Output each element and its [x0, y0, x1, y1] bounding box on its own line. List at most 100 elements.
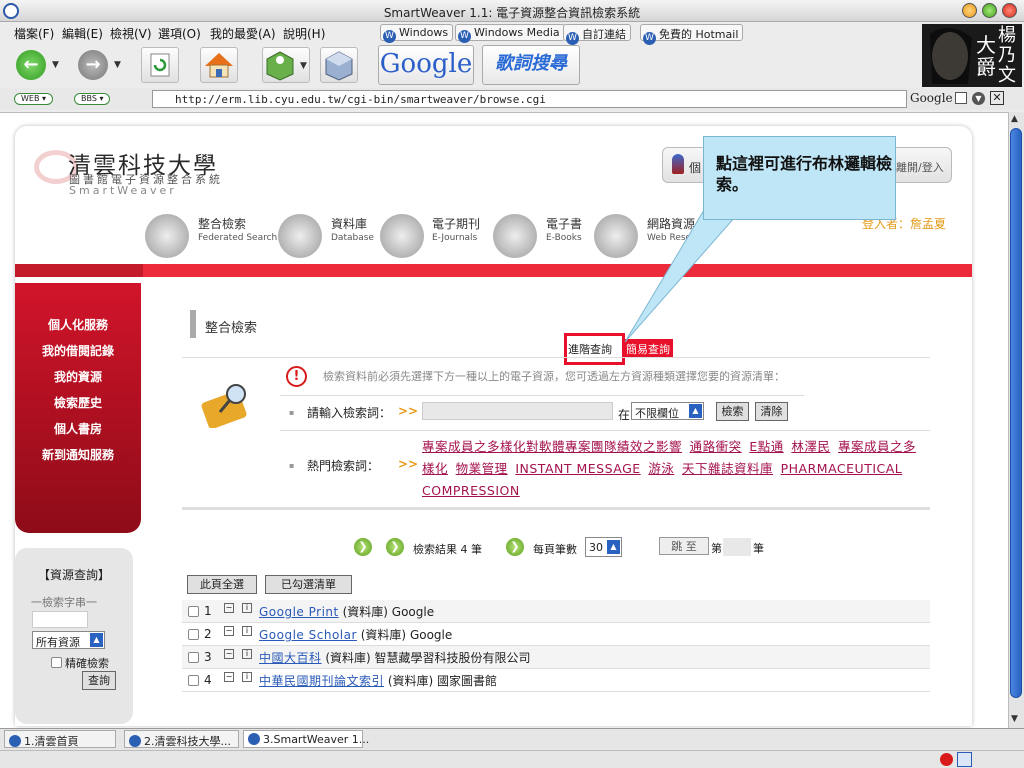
query-input[interactable] — [422, 402, 613, 420]
row-checkbox[interactable] — [188, 606, 199, 617]
nav-federated-search-en[interactable]: Federated Search — [198, 233, 277, 243]
minimize-icon[interactable] — [962, 3, 977, 18]
scroll-down-icon[interactable]: ▼ — [1011, 714, 1018, 724]
resource-link[interactable]: Google Print — [259, 605, 339, 619]
tab-advanced-search[interactable]: 進階查詢 — [568, 341, 612, 357]
bbs-mode-chip[interactable]: BBS ▾ — [74, 93, 111, 105]
collapse-icon[interactable]: − — [224, 603, 234, 613]
nav-search-history[interactable]: 檢索歷史 — [15, 394, 141, 411]
jump-to-button[interactable]: 跳 至 — [659, 537, 709, 555]
collapse-icon[interactable]: − — [224, 672, 234, 682]
scrollbar-thumb[interactable] — [1010, 128, 1022, 698]
nav-database-en[interactable]: Database — [331, 233, 374, 243]
new-tab-icon[interactable] — [955, 92, 967, 104]
menu-options[interactable]: 選項(O) — [158, 25, 201, 42]
nav-borrow-records[interactable]: 我的借閱記錄 — [15, 342, 141, 359]
resource-link[interactable]: Google Scholar — [259, 628, 357, 642]
hot-term-link[interactable]: E點通 — [749, 439, 783, 454]
nav-database[interactable]: 資料庫 — [331, 215, 367, 232]
url-input[interactable]: http://erm.lib.cyu.edu.tw/cgi-bin/smartw… — [152, 90, 907, 108]
menu-file[interactable]: 檔案(F) — [14, 25, 54, 42]
info-icon[interactable]: i — [242, 672, 252, 682]
row-checkbox[interactable] — [188, 675, 199, 686]
hot-term-link[interactable]: INSTANT MESSAGE — [515, 461, 640, 476]
advertisement-banner[interactable]: 楊乃文 大爵 — [922, 24, 1022, 87]
dropdown-circle-icon[interactable]: ▼ — [972, 92, 985, 105]
nav-new-arrival-alert[interactable]: 新到通知服務 — [15, 446, 141, 463]
menu-edit[interactable]: 編輯(E) — [62, 25, 103, 42]
tab-1[interactable]: 1.清雲首頁 — [4, 730, 116, 748]
back-button[interactable]: ← — [16, 50, 46, 80]
close-tab-icon[interactable]: ✕ — [990, 91, 1004, 105]
nav-personal-service[interactable]: 個人化服務 — [15, 316, 141, 333]
menu-view[interactable]: 檢視(V) — [110, 25, 152, 42]
select-all-button[interactable]: 此頁全選 — [187, 575, 257, 594]
bookmark-windows[interactable]: W Windows — [380, 24, 454, 43]
hot-term-link[interactable]: 專案成員之多樣化對軟體專案團隊績效之影響 — [422, 439, 682, 454]
cube-button[interactable] — [320, 47, 358, 83]
federated-search-icon[interactable] — [145, 214, 189, 258]
nav-my-resources[interactable]: 我的資源 — [15, 368, 141, 385]
info-icon[interactable]: i — [242, 649, 252, 659]
google-search-button[interactable]: Google — [378, 45, 474, 85]
hot-term-link[interactable]: 游泳 — [648, 461, 674, 476]
resource-search-input[interactable] — [32, 611, 88, 628]
resource-type-select[interactable]: 所有資源 ▲ — [32, 631, 105, 649]
scroll-up-icon[interactable]: ▲ — [1011, 114, 1018, 124]
page-suffix: 筆 — [753, 542, 764, 555]
ejournals-icon[interactable] — [380, 214, 424, 258]
blocked-icon[interactable] — [940, 753, 953, 766]
tab-3-active[interactable]: 3.SmartWeaver 1... — [243, 730, 369, 748]
tools-icon[interactable] — [957, 752, 972, 767]
menu-favorites[interactable]: 我的最愛(A) — [210, 25, 276, 42]
row-checkbox[interactable] — [188, 652, 199, 663]
lyrics-search-button[interactable]: 歌詞搜尋 — [482, 45, 580, 85]
row-checkbox[interactable] — [188, 629, 199, 640]
forward-dropdown-icon[interactable]: ▼ — [114, 60, 121, 70]
hot-term-link[interactable]: 物業管理 — [456, 461, 508, 476]
bookmark-windows-media[interactable]: W Windows Media — [455, 24, 565, 43]
forward-button[interactable]: → — [78, 50, 108, 80]
search-button[interactable]: 檢索 — [716, 402, 749, 421]
nav-ebooks[interactable]: 電子書 — [546, 215, 582, 232]
bookmark-hotmail[interactable]: W 免費的 Hotmail — [640, 24, 744, 45]
prev-page-icon[interactable]: ❯ — [386, 538, 404, 556]
resource-query-button[interactable]: 查詢 — [82, 671, 116, 690]
nav-ebooks-en[interactable]: E-Books — [546, 233, 582, 243]
nav-ejournals-en[interactable]: E-Journals — [432, 233, 477, 243]
exact-search-checkbox[interactable] — [51, 657, 62, 668]
reload-button[interactable] — [141, 47, 179, 83]
maximize-icon[interactable] — [982, 3, 997, 18]
ebooks-icon[interactable] — [493, 214, 537, 258]
resource-link[interactable]: 中華民國期刊論文索引 — [259, 674, 384, 688]
plugin-button[interactable]: ▼ — [262, 47, 310, 83]
back-dropdown-icon[interactable]: ▼ — [52, 60, 59, 70]
selected-list-button[interactable]: 已勾選清單 — [265, 575, 352, 594]
per-page-select[interactable]: 30 ▲ — [585, 537, 622, 557]
nav-personal-bookshelf[interactable]: 個人書房 — [15, 420, 141, 437]
nav-ejournals[interactable]: 電子期刊 — [432, 215, 480, 232]
web-mode-chip[interactable]: WEB ▾ — [14, 93, 54, 105]
hot-term-link[interactable]: 林澤民 — [791, 439, 830, 454]
collapse-icon[interactable]: − — [224, 649, 234, 659]
hot-term-link[interactable]: 通路衝突 — [690, 439, 742, 454]
nav-federated-search[interactable]: 整合檢索 — [198, 215, 246, 232]
hot-term-link[interactable]: 天下雜誌資料庫 — [682, 461, 773, 476]
page-number-input[interactable] — [723, 538, 751, 556]
close-icon[interactable] — [1002, 3, 1017, 18]
info-icon[interactable]: i — [242, 626, 252, 636]
first-page-icon[interactable]: ❯ — [354, 538, 372, 556]
field-select[interactable]: 不限欄位 ▲ — [631, 402, 704, 420]
logout-login-link[interactable]: 離開/登入 — [896, 159, 944, 175]
tab-2[interactable]: 2.清雲科技大學... — [124, 730, 239, 748]
home-button[interactable] — [200, 47, 238, 83]
clear-button[interactable]: 清除 — [755, 402, 788, 421]
database-icon[interactable] — [278, 214, 322, 258]
bookmark-custom-links[interactable]: W 自訂連結 — [563, 24, 631, 45]
next-page-icon[interactable]: ❯ — [506, 538, 524, 556]
search-engine-label[interactable]: Google — [910, 91, 953, 105]
resource-link[interactable]: 中國大百科 — [259, 651, 322, 665]
menu-help[interactable]: 說明(H) — [283, 25, 325, 42]
info-icon[interactable]: i — [242, 603, 252, 613]
collapse-icon[interactable]: − — [224, 626, 234, 636]
